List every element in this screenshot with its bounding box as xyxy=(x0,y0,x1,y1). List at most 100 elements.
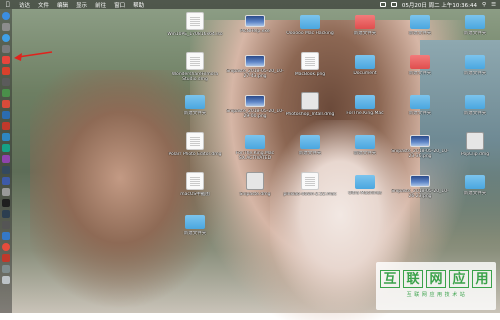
desktop-icon-label: Snipaste_2018-05-20_10-27-43.png xyxy=(226,69,284,80)
watermark-char: 网 xyxy=(426,270,446,288)
desktop-icon-label: Document xyxy=(353,71,377,76)
desktop-icon-folder[interactable]: 新建文件夹 xyxy=(165,92,225,116)
folder-icon xyxy=(300,15,320,29)
disk-icon xyxy=(466,132,484,150)
desktop-icon-label: 新建文件夹 xyxy=(183,111,207,116)
redfolder-icon xyxy=(355,15,375,29)
desktop-icon-folder[interactable]: For.The.King.Mac SX.ACTIVATED xyxy=(225,132,285,161)
folder-icon xyxy=(410,15,430,29)
desktop-icon-label: MacBook.png xyxy=(294,72,326,77)
desktop-icon-label: WondershareFilmora Studio.dmg xyxy=(171,72,219,83)
desktop-icon-file[interactable]: pinxiao-down-2.52.mac xyxy=(280,172,340,197)
desktop-icon-label: 新建文件夹 xyxy=(408,111,432,116)
desktop-icon-shot[interactable]: Snipaste_2018-05-20_10-27-43.png xyxy=(225,52,285,79)
desktop-icon-folder[interactable]: Document xyxy=(335,52,395,76)
desktop-icon-label: 新建文件夹 xyxy=(463,71,487,76)
desktop-icon-disk[interactable]: Photoshop_Intall.dmg xyxy=(280,92,340,117)
desktop-icon-folder[interactable]: 新建文件夹 xyxy=(335,132,395,156)
folder-icon xyxy=(185,215,205,229)
desktop-icon-redfolder[interactable]: 新建文件夹 xyxy=(390,52,450,76)
disk-icon xyxy=(301,92,319,110)
desktop-icon-file[interactable]: Polarr Photo Editor.dmg xyxy=(165,132,225,157)
file-icon xyxy=(301,52,319,70)
watermark-char: 互 xyxy=(380,270,400,288)
desktop-icon-folder[interactable]: 新建文件夹 xyxy=(445,12,500,36)
file-icon xyxy=(186,132,204,150)
shot-icon xyxy=(245,95,265,107)
desktop-icon-folder[interactable]: 新建文件夹 xyxy=(445,52,500,76)
desktop-icon-folder[interactable]: Oooooo Mac Hacking xyxy=(280,12,340,36)
desktop-icon-label: 新建文件夹 xyxy=(353,31,377,36)
desktop-icon-label: PicNHelp.exe xyxy=(240,29,270,34)
desktop-icon-folder[interactable]: 新建文件夹 xyxy=(445,92,500,116)
folder-icon xyxy=(465,15,485,29)
desktop-icon-label: PopClip.dmg xyxy=(460,152,490,157)
watermark-subtitle: 互 联 网 应 用 技 术 站 xyxy=(406,292,466,298)
folder-icon xyxy=(300,135,320,149)
desktop-icon-label: 新建文件夹 xyxy=(298,151,322,156)
desktop-icon-shot[interactable]: Snipaste_2018-05-20_10-26-23.png xyxy=(390,172,450,199)
desktop-icon-label: 新建文件夹 xyxy=(408,31,432,36)
desktop-icon-label: macOS中截图 xyxy=(180,192,210,197)
desktop-icon-folder[interactable]: 新建文件夹 xyxy=(165,212,225,236)
watermark-char: 联 xyxy=(403,270,423,288)
folder-icon xyxy=(465,55,485,69)
desktop-icon-disk[interactable]: Snipaste.dmg xyxy=(225,172,285,197)
desktop-icon-folder[interactable]: 新建文件夹 xyxy=(445,172,500,196)
folder-icon xyxy=(355,55,375,69)
desktop-icon-label: ForThe.King.Mac xyxy=(346,111,384,116)
folder-icon xyxy=(355,135,375,149)
desktop-icon-label: Win10PE_170816x64.iso xyxy=(167,32,223,37)
file-icon xyxy=(301,172,319,190)
desktop-icon-shot[interactable]: Snipaste_2018-05-20_10-23-36.png xyxy=(390,132,450,159)
file-icon xyxy=(186,12,204,30)
desktop-icon-label: Snipaste_2018-05-20_10-23-36.png xyxy=(391,149,449,160)
desktop-icon-folder[interactable]: 新建文件夹 xyxy=(390,92,450,116)
folder-icon xyxy=(355,95,375,109)
desktop-icon-label: 新建文件夹 xyxy=(183,231,207,236)
shot-icon xyxy=(245,55,265,67)
desktop-icon-shot[interactable]: PicNHelp.exe xyxy=(225,12,285,34)
desktop-icon-label: pinxiao-down-2.52.mac xyxy=(283,192,337,197)
desktop-icon-folder[interactable]: ForThe.King.Mac xyxy=(335,92,395,116)
desktop-icon-file[interactable]: macOS中截图 xyxy=(165,172,225,197)
watermark-char: 用 xyxy=(472,270,492,288)
desktop-icon-label: Polarr Photo Editor.dmg xyxy=(168,152,222,157)
desktop-icon-folder[interactable]: 新建文件夹 xyxy=(280,132,340,156)
watermark-logo: 互 联 网 应 用 互 联 网 应 用 技 术 站 xyxy=(376,262,496,310)
shot-icon xyxy=(410,135,430,147)
redfolder-icon xyxy=(410,55,430,69)
desktop-icon-label: 新建文件夹 xyxy=(463,111,487,116)
desktop-icon-file[interactable]: WondershareFilmora Studio.dmg xyxy=(165,52,225,82)
folder-icon xyxy=(185,95,205,109)
desktop-icon-shot[interactable]: Snipaste_2018-05-20_10-29-00.png xyxy=(225,92,285,119)
folder-icon xyxy=(465,175,485,189)
desktop-icon-redfolder[interactable]: 新建文件夹 xyxy=(335,12,395,36)
shot-icon xyxy=(410,175,430,187)
desktop-icon-label: 新建文件夹 xyxy=(463,31,487,36)
desktop-icon-label: Photoshop_Intall.dmg xyxy=(285,112,335,117)
desktop-icon-label: Snipaste_2018-05-20_10-26-23.png xyxy=(391,189,449,200)
watermark-char: 应 xyxy=(449,270,469,288)
folder-icon xyxy=(465,95,485,109)
desktop-icon-label: Snipaste.dmg xyxy=(239,192,271,197)
desktop-icon-label: Oooooo Mac Hacking xyxy=(286,31,334,36)
desktop-icon-folder[interactable]: Ultra Machines xyxy=(335,172,395,196)
desktop-icon-label: Ultra Machines xyxy=(348,191,382,196)
folder-icon xyxy=(410,95,430,109)
shot-icon xyxy=(245,15,265,27)
desktop-icon-folder[interactable]: 新建文件夹 xyxy=(390,12,450,36)
desktop-icon-label: For.The.King.Mac SX.ACTIVATED xyxy=(235,151,275,162)
desktop-icon-file[interactable]: MacBook.png xyxy=(280,52,340,77)
desktop-icon-label: 新建文件夹 xyxy=(463,191,487,196)
desktop-icon-label: 新建文件夹 xyxy=(408,71,432,76)
folder-icon xyxy=(355,175,375,189)
folder-icon xyxy=(245,135,265,149)
desktop-icon-label: Snipaste_2018-05-20_10-29-00.png xyxy=(226,109,284,120)
desktop-icon-disk[interactable]: PopClip.dmg xyxy=(445,132,500,157)
desktop-icon-file[interactable]: Win10PE_170816x64.iso xyxy=(165,12,225,37)
desktop-icon-label: 新建文件夹 xyxy=(353,151,377,156)
disk-icon xyxy=(246,172,264,190)
file-icon xyxy=(186,172,204,190)
file-icon xyxy=(186,52,204,70)
